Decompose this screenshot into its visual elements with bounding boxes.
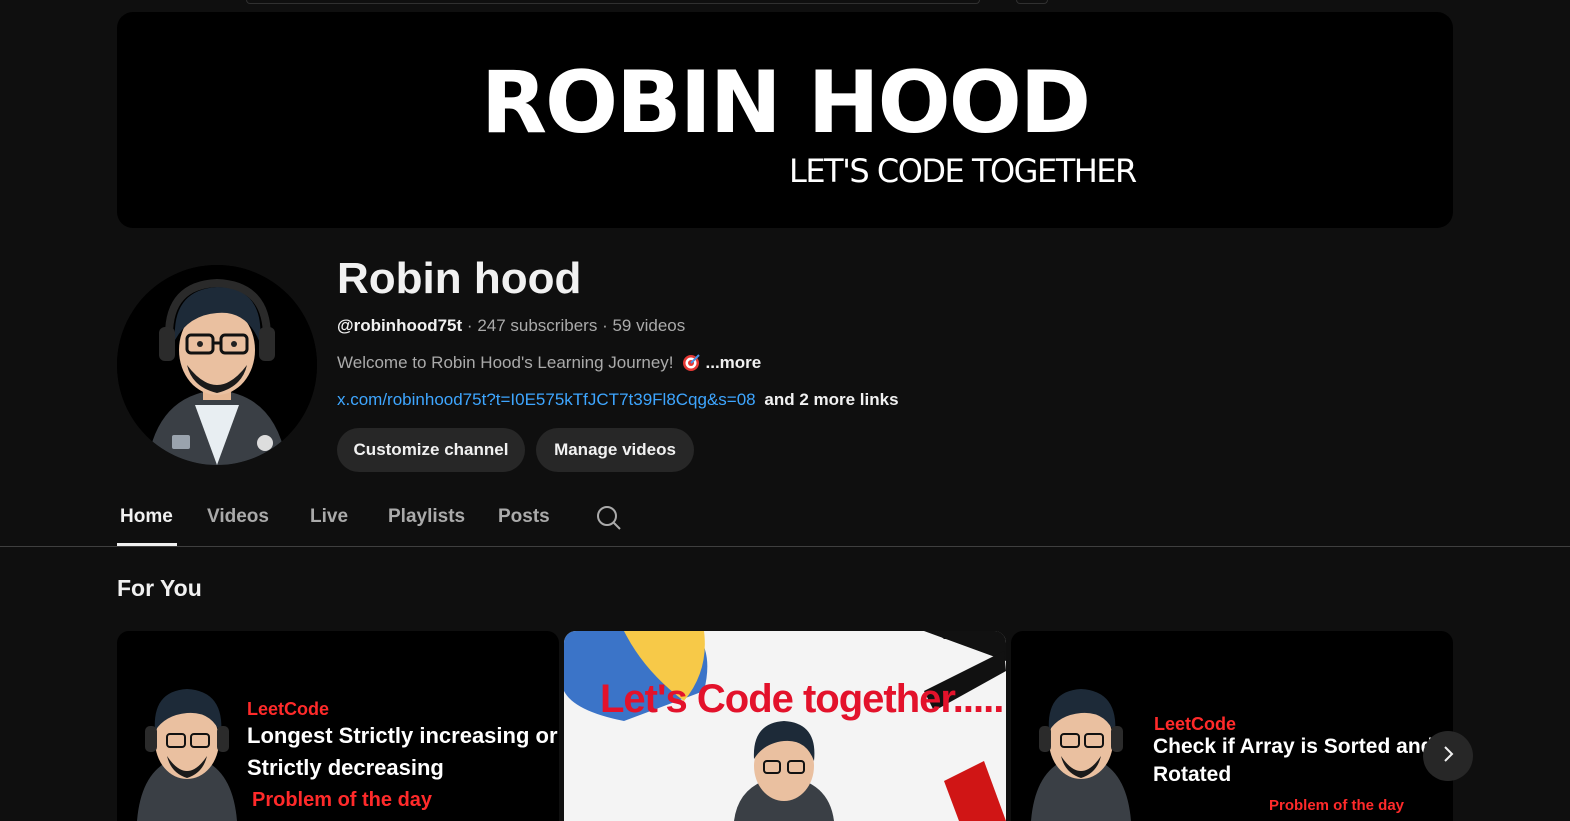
video-card[interactable]: LeetCode Longest Strictly increasing or … [117,631,559,821]
video-title-line: Rotated [1153,763,1232,786]
video-subtitle: Problem of the day [252,789,433,811]
more-links-button[interactable]: and 2 more links [764,390,898,409]
channel-handle: @robinhood75t [337,316,463,335]
description-text: Welcome to Robin Hood's Learning Journey… [337,353,674,372]
channel-name: Robin hood [337,254,582,303]
video-title-line: Longest Strictly increasing or [247,723,558,748]
video-tag: LeetCode [1154,714,1237,734]
video-tag: LeetCode [247,699,330,719]
section-title: For You [117,575,202,601]
carousel-next-button[interactable] [1423,731,1473,781]
manage-videos-button[interactable]: Manage videos [536,428,694,472]
search-bar-edge [246,0,980,4]
video-headline: Let's Code together...... [600,677,1006,721]
meta-separator: · [602,316,613,335]
channel-meta: @robinhood75t · 247 subscribers · 59 vid… [337,316,685,336]
video-title-line: Check if Array is Sorted and [1153,735,1434,758]
banner-subtitle: LET'S CODE TOGETHER [789,152,1137,190]
tab-home[interactable]: Home [120,506,173,528]
video-card[interactable]: Let's Code together...... [564,631,1006,821]
channel-links: x.com/robinhood75t?t=I0E575kTfJCT7t39Fl8… [337,390,899,410]
tab-live[interactable]: Live [310,506,348,528]
video-title-line: Strictly decreasing [247,755,444,780]
search-icon[interactable] [596,505,622,536]
chevron-right-icon [1438,744,1458,769]
more-link[interactable]: ...more [706,353,762,373]
video-subtitle: Problem of the day [1269,797,1405,814]
topbar-button-edge [1016,0,1048,4]
tab-playlists[interactable]: Playlists [388,506,465,528]
video-count: 59 videos [612,316,686,335]
banner-title: ROBIN HOOD [480,53,1091,153]
video-card[interactable]: LeetCode Check if Array is Sorted and Ro… [1011,631,1453,821]
tab-videos[interactable]: Videos [207,506,269,528]
direct-hit-icon [682,354,700,372]
tab-posts[interactable]: Posts [498,506,550,528]
channel-description[interactable]: Welcome to Robin Hood's Learning Journey… [337,353,761,373]
channel-banner: ROBIN HOOD LET'S CODE TOGETHER [117,12,1453,228]
subscriber-count: 247 subscribers [477,316,598,335]
customize-channel-button[interactable]: Customize channel [337,428,525,472]
external-link[interactable]: x.com/robinhood75t?t=I0E575kTfJCT7t39Fl8… [337,390,756,409]
meta-separator: · [466,316,478,335]
tabs-divider [0,546,1570,547]
channel-avatar[interactable] [117,265,317,465]
